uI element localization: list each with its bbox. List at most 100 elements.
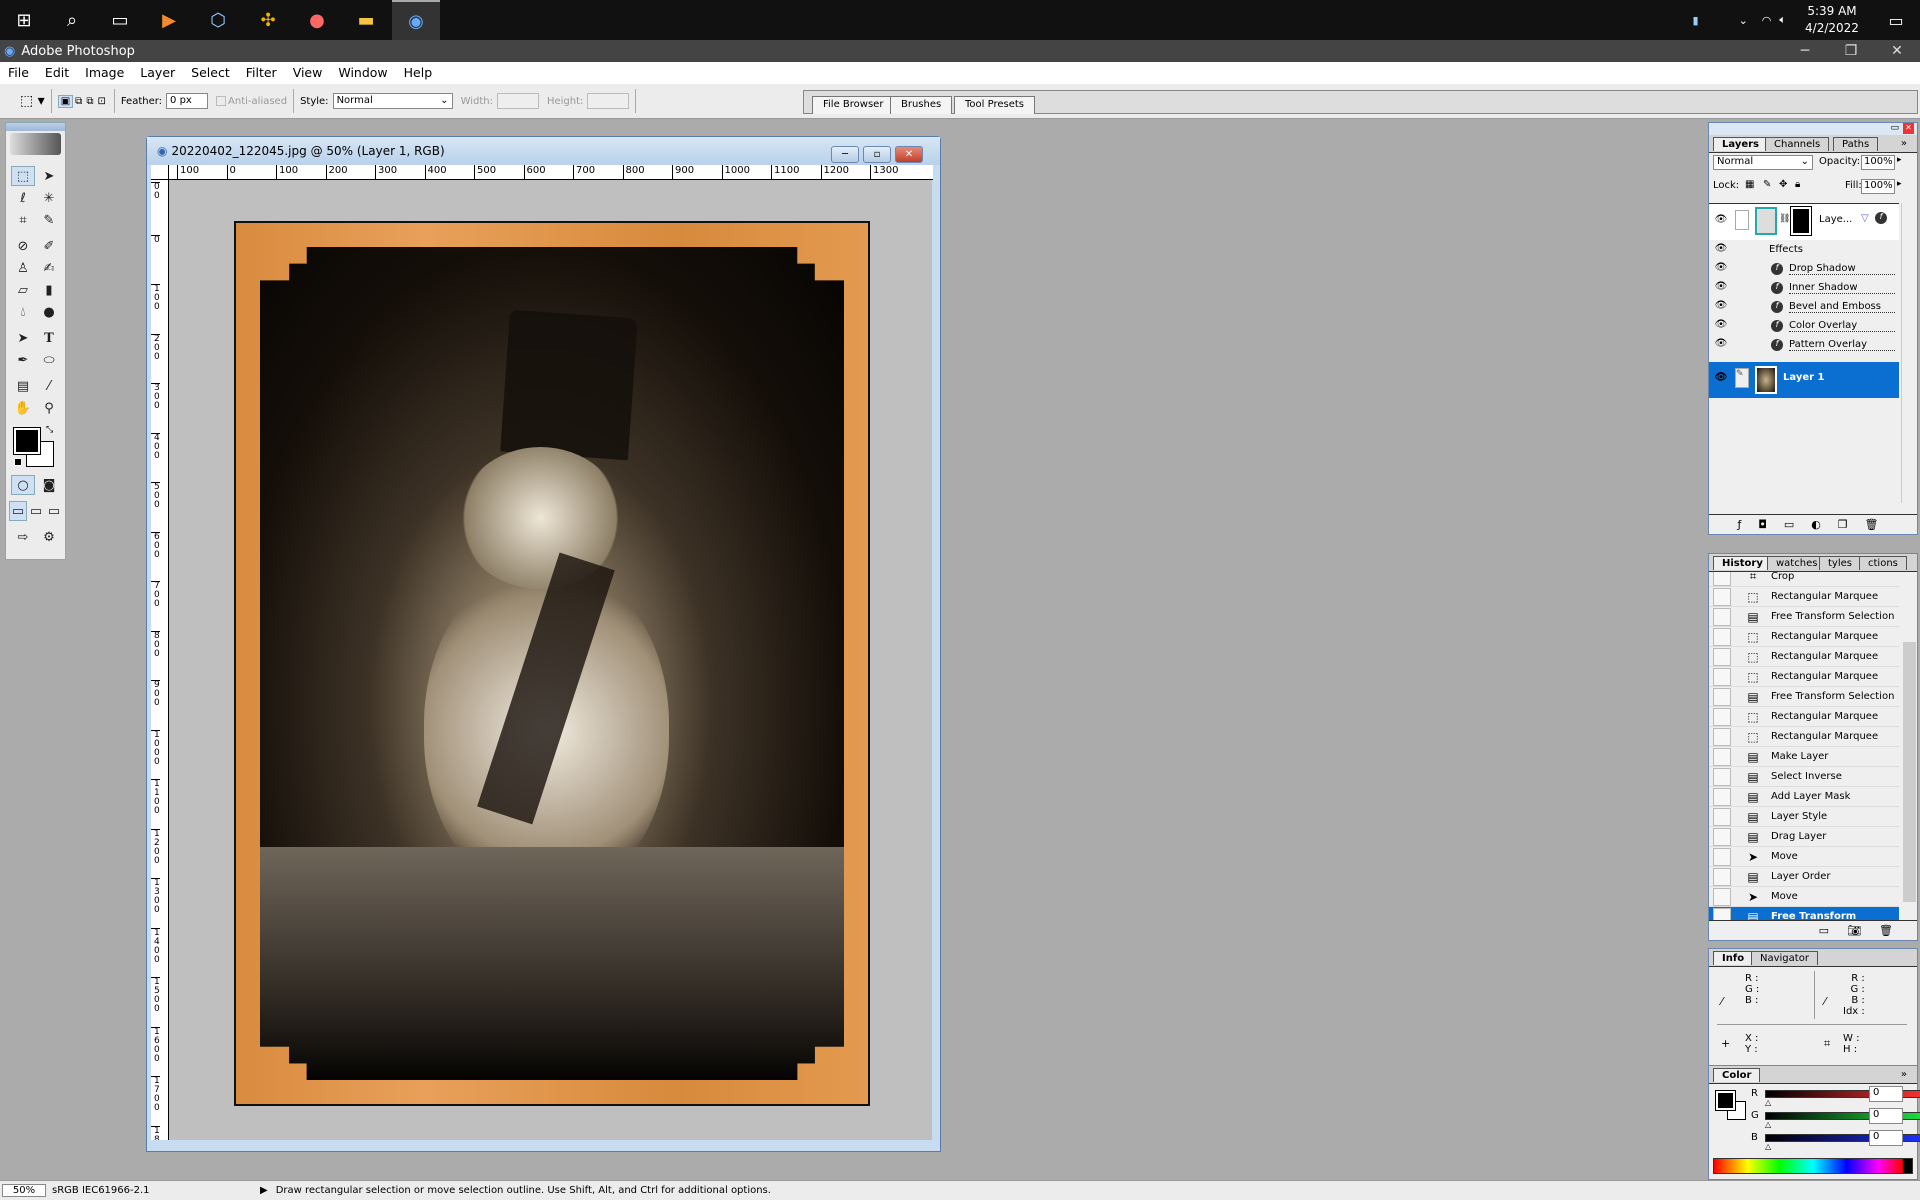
lasso-tool-icon[interactable]: ℓ bbox=[11, 188, 35, 208]
app-icon[interactable]: ✣ bbox=[244, 0, 292, 40]
palette-tab-tool-presets[interactable]: Tool Presets bbox=[954, 96, 1035, 114]
history-item[interactable]: ▤ Drag Layer bbox=[1709, 827, 1899, 847]
new-document-from-state-icon[interactable]: ▭ bbox=[1819, 924, 1829, 937]
menu-filter[interactable]: Filter bbox=[238, 65, 285, 80]
menu-edit[interactable]: Edit bbox=[37, 65, 77, 80]
minimize-button[interactable]: ─ bbox=[1782, 40, 1828, 62]
adjustment-layer-icon[interactable]: ◐ bbox=[1811, 518, 1821, 531]
history-snapshot-source-box[interactable] bbox=[1713, 847, 1731, 866]
zoom-level-field[interactable]: 50% bbox=[2, 1184, 46, 1197]
history-snapshot-source-box[interactable] bbox=[1713, 667, 1731, 686]
slider-thumb-icon[interactable]: △ bbox=[1765, 1120, 1771, 1129]
path-selection-tool-icon[interactable]: ➤ bbox=[11, 328, 35, 348]
menu-view[interactable]: View bbox=[285, 65, 331, 80]
imageready-icon[interactable]: ⚙ bbox=[37, 527, 61, 547]
history-item[interactable]: ⬚ Rectangular Marquee bbox=[1709, 667, 1899, 687]
history-item[interactable]: ⬚ Rectangular Marquee bbox=[1709, 587, 1899, 607]
opacity-slider-arrow-icon[interactable]: ▸ bbox=[1897, 155, 1902, 165]
history-item[interactable]: ▤ Add Layer Mask bbox=[1709, 787, 1899, 807]
add-layer-style-icon[interactable]: ƒ bbox=[1737, 518, 1741, 531]
history-snapshot-source-box[interactable] bbox=[1713, 807, 1731, 826]
lock-image-icon[interactable]: ✎ bbox=[1763, 179, 1771, 190]
menu-window[interactable]: Window bbox=[330, 65, 395, 80]
tab-swatches[interactable]: watches bbox=[1767, 556, 1827, 570]
history-item[interactable]: ⬚ Rectangular Marquee bbox=[1709, 707, 1899, 727]
notification-icon[interactable]: ▭ bbox=[1872, 11, 1920, 30]
notes-tool-icon[interactable]: ▤ bbox=[11, 376, 35, 396]
canvas-area[interactable] bbox=[169, 180, 933, 1140]
menu-select[interactable]: Select bbox=[183, 65, 238, 80]
history-scrollbar[interactable] bbox=[1903, 572, 1917, 920]
fill-slider-arrow-icon[interactable]: ▸ bbox=[1897, 179, 1902, 189]
photoshop-icon[interactable]: ◉ bbox=[392, 0, 440, 40]
visibility-eye-icon[interactable]: 👁︎ bbox=[1713, 300, 1729, 314]
healing-brush-tool-icon[interactable]: ⊘ bbox=[11, 236, 35, 256]
history-item[interactable]: ▤ Make Layer bbox=[1709, 747, 1899, 767]
image-frame[interactable] bbox=[234, 221, 870, 1106]
vertical-scrollbar[interactable] bbox=[932, 180, 938, 1140]
vertical-ruler[interactable]: 00 0 100 200 300 400 500 600 700 800 900 1000 1100 12… bbox=[151, 180, 169, 1140]
hand-tool-icon[interactable]: ✋ bbox=[11, 398, 35, 418]
delete-state-icon[interactable]: 🗑︎ bbox=[1879, 924, 1893, 937]
media-player-icon[interactable]: ▶ bbox=[145, 0, 193, 40]
blend-mode-select[interactable]: Normal ⌄ bbox=[1713, 155, 1813, 170]
effects-expand-icon[interactable]: ▽ bbox=[1861, 213, 1869, 224]
lock-transparency-icon[interactable]: ▦ bbox=[1745, 179, 1754, 190]
menu-help[interactable]: Help bbox=[396, 65, 441, 80]
history-item[interactable]: ⬚ Rectangular Marquee bbox=[1709, 647, 1899, 667]
slider-thumb-icon[interactable]: △ bbox=[1765, 1142, 1771, 1151]
eraser-tool-icon[interactable]: ▱ bbox=[11, 280, 35, 300]
panel-close-icon[interactable]: ✕ bbox=[1903, 123, 1914, 134]
panel-menu-icon[interactable]: » bbox=[1893, 137, 1915, 150]
adobe-logo-icon[interactable] bbox=[10, 133, 61, 155]
brush-edit-icon[interactable]: ✎ bbox=[1735, 368, 1749, 388]
full-screen-menu-mode-icon[interactable]: ▭ bbox=[27, 501, 45, 521]
layers-panel-header[interactable]: ▭ ✕ bbox=[1709, 123, 1917, 135]
panel-menu-icon[interactable]: » bbox=[1893, 1068, 1915, 1081]
color-spectrum[interactable] bbox=[1713, 1158, 1913, 1174]
history-snapshot-source-box[interactable] bbox=[1713, 727, 1731, 746]
opacity-input[interactable]: 100% bbox=[1861, 155, 1895, 170]
standard-screen-mode-icon[interactable]: ▭ bbox=[9, 501, 27, 521]
toolbox-header[interactable] bbox=[6, 123, 65, 131]
history-snapshot-source-box[interactable] bbox=[1713, 607, 1731, 626]
tab-info[interactable]: Info bbox=[1713, 951, 1754, 965]
add-mask-icon[interactable]: ◘ bbox=[1758, 518, 1767, 531]
visibility-eye-icon[interactable]: 👁︎ bbox=[1713, 338, 1729, 352]
history-scroll-thumb[interactable] bbox=[1903, 642, 1916, 902]
visibility-eye-icon[interactable]: 👁︎ bbox=[1713, 262, 1729, 276]
effect-row[interactable]: 👁︎ f Inner Shadow bbox=[1709, 279, 1899, 298]
slice-tool-icon[interactable]: ✎ bbox=[37, 210, 61, 230]
history-snapshot-source-box[interactable] bbox=[1713, 627, 1731, 646]
history-item[interactable]: ➤ Move bbox=[1709, 847, 1899, 867]
width-input[interactable] bbox=[496, 93, 539, 109]
color-foreground-swatch[interactable] bbox=[1715, 1090, 1736, 1111]
fill-input[interactable]: 100% bbox=[1861, 179, 1895, 194]
history-item[interactable]: ⬚ Rectangular Marquee bbox=[1709, 627, 1899, 647]
new-group-icon[interactable]: ▭ bbox=[1784, 518, 1794, 531]
height-input[interactable] bbox=[587, 93, 630, 109]
visibility-eye-icon[interactable]: 👁︎ bbox=[1713, 214, 1729, 228]
tab-navigator[interactable]: Navigator bbox=[1751, 951, 1818, 965]
history-snapshot-source-box[interactable] bbox=[1713, 867, 1731, 886]
gradient-tool-icon[interactable]: ▮ bbox=[37, 280, 61, 300]
channel-value-input[interactable]: 0 bbox=[1869, 1086, 1903, 1102]
jump-to-imageready-icon[interactable]: ⇨ bbox=[11, 527, 35, 547]
visibility-eye-icon[interactable]: 👁︎ bbox=[1713, 319, 1729, 333]
effects-header[interactable]: 👁︎ Effects bbox=[1709, 240, 1899, 260]
effect-row[interactable]: 👁︎ f Pattern Overlay bbox=[1709, 336, 1899, 355]
close-button[interactable]: ✕ bbox=[1874, 40, 1920, 62]
firefox-icon[interactable]: ● bbox=[293, 0, 341, 40]
ruler-origin[interactable] bbox=[151, 165, 169, 180]
history-item[interactable]: ▤ Free Transform Selection bbox=[1709, 607, 1899, 627]
magic-wand-tool-icon[interactable]: ✳ bbox=[37, 188, 61, 208]
history-snapshot-source-box[interactable] bbox=[1713, 687, 1731, 706]
history-snapshot-source-box[interactable] bbox=[1713, 587, 1731, 606]
menu-file[interactable]: File bbox=[0, 65, 37, 80]
blur-tool-icon[interactable]: 💧︎ bbox=[11, 302, 35, 322]
history-snapshot-source-box[interactable] bbox=[1713, 707, 1731, 726]
virtualbox-icon[interactable]: ⬡ bbox=[194, 0, 242, 40]
visibility-eye-icon[interactable]: 👁︎ bbox=[1713, 372, 1729, 386]
history-item[interactable]: ▤ Select Inverse bbox=[1709, 767, 1899, 787]
menu-layer[interactable]: Layer bbox=[132, 65, 183, 80]
